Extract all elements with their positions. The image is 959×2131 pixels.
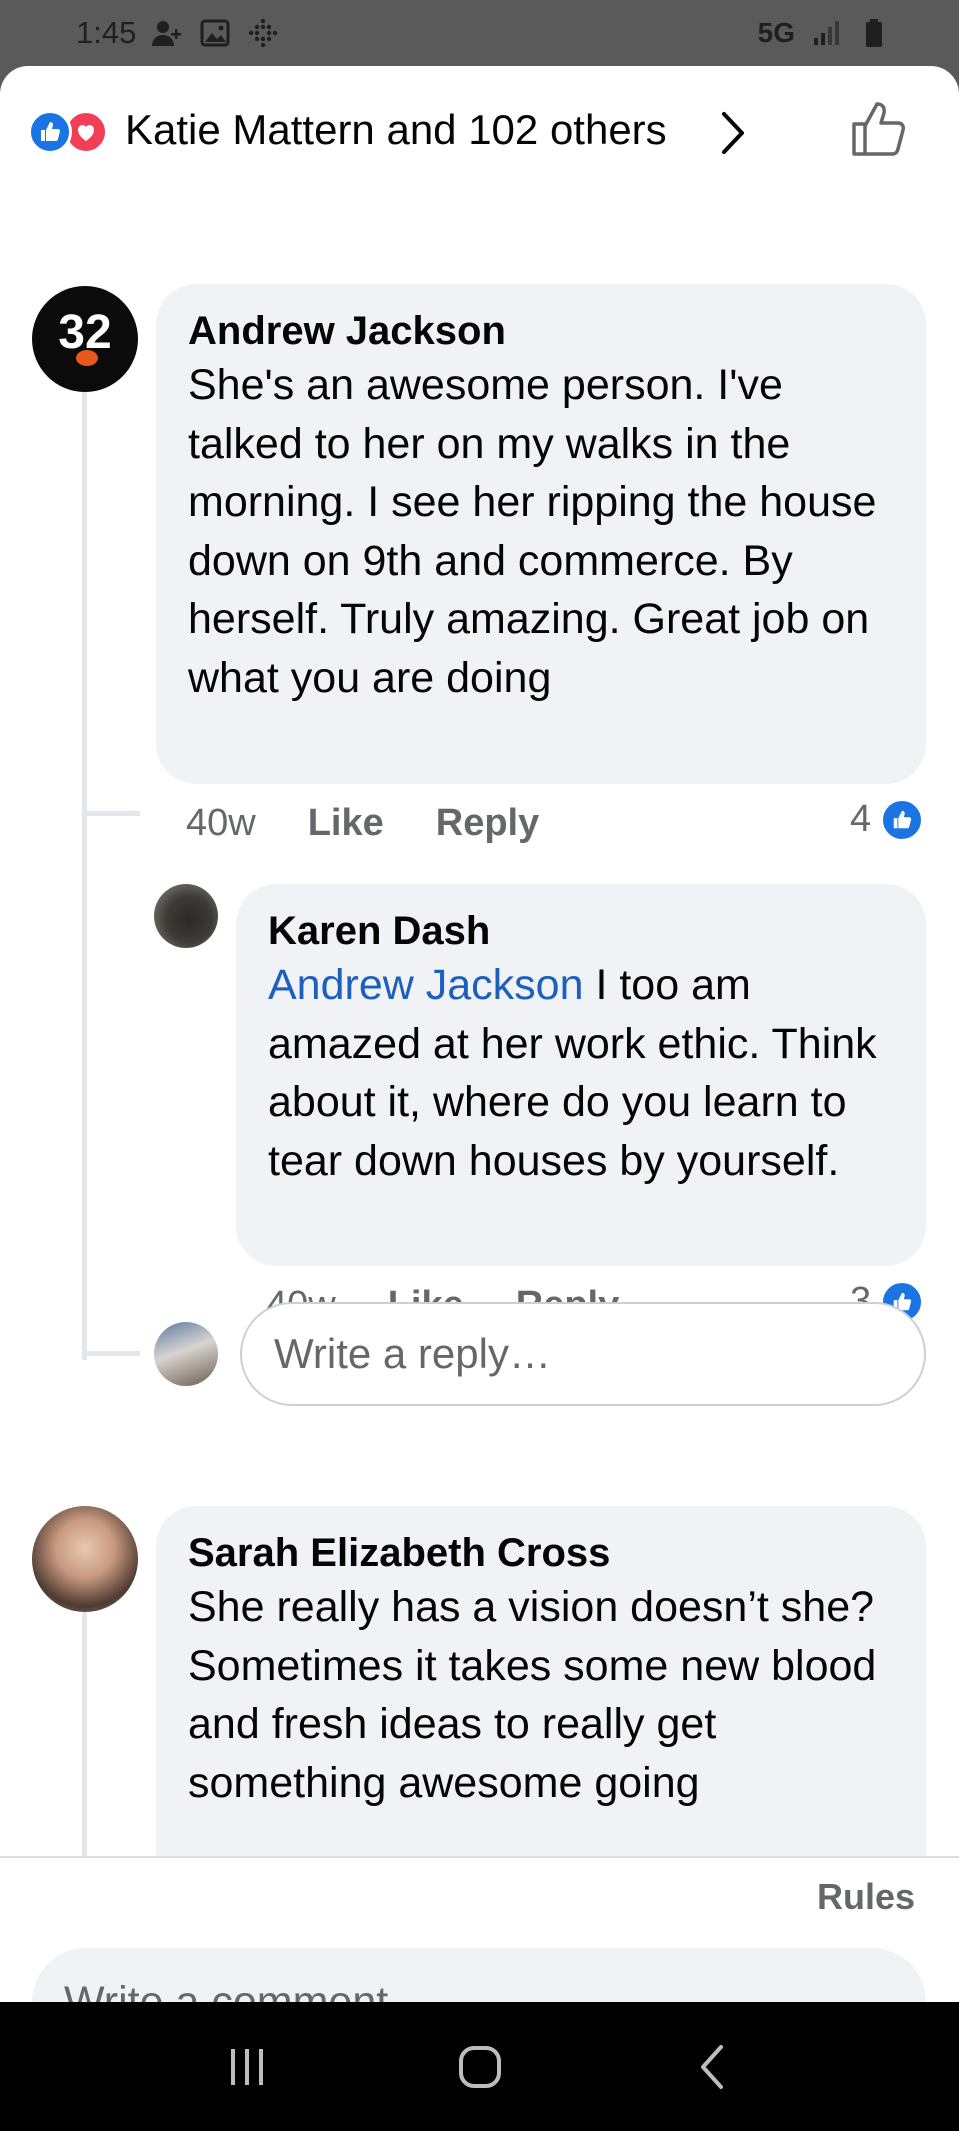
signal-icon <box>809 18 843 48</box>
back-icon[interactable] <box>678 2032 748 2102</box>
status-left: 1:45 <box>76 15 280 51</box>
reaction-count[interactable]: 4 <box>850 798 924 841</box>
mention-link[interactable]: Andrew Jackson <box>268 961 584 1009</box>
thread-line-branch <box>82 1351 140 1356</box>
comment-actions: 40w Like Reply <box>186 802 539 845</box>
network-type: 5G <box>757 17 795 48</box>
rules-link[interactable]: Rules <box>817 1876 915 1918</box>
status-time: 1:45 <box>76 15 137 50</box>
comment-list: 32 Andrew Jackson She's an awesome perso… <box>0 196 959 1856</box>
comments-sheet: Katie Mattern and 102 others 32 Andrew J… <box>0 66 959 2002</box>
user-avatar <box>154 1322 218 1386</box>
reply-bubble: Karen Dash Andrew Jackson I too am amaze… <box>236 884 926 1266</box>
thumbs-up-icon <box>28 110 72 154</box>
dots-grid-icon <box>246 18 280 48</box>
reply-input[interactable]: Write a reply… <box>240 1302 926 1406</box>
home-icon[interactable] <box>445 2032 515 2102</box>
gallery-icon <box>198 18 232 48</box>
comment-composer: Rules Write a comment… <box>0 1856 959 2002</box>
comment-author[interactable]: Sarah Elizabeth Cross <box>188 1528 894 1578</box>
comment-text: She really has a vision doesn’t she? Som… <box>188 1583 877 1807</box>
thumbs-up-outline-icon[interactable] <box>850 100 908 160</box>
reply-button[interactable]: Reply <box>436 802 539 845</box>
battery-icon <box>857 18 891 48</box>
thumbs-up-icon <box>881 798 924 841</box>
like-count-value: 4 <box>850 798 872 840</box>
avatar[interactable]: 32 <box>32 286 138 392</box>
comment-bubble: Andrew Jackson She's an awesome person. … <box>156 284 926 784</box>
comment-time[interactable]: 40w <box>186 802 256 845</box>
like-button[interactable]: Like <box>308 802 384 845</box>
thread-line-branch <box>82 811 140 816</box>
recents-icon[interactable] <box>212 2032 282 2102</box>
thread-line <box>82 306 87 1360</box>
status-right: 5G <box>758 17 891 49</box>
status-bar: 1:45 5G <box>0 0 959 66</box>
avatar[interactable] <box>32 1506 138 1612</box>
system-nav-bar <box>0 2002 959 2131</box>
comment-author[interactable]: Andrew Jackson <box>188 306 894 356</box>
reply-author[interactable]: Karen Dash <box>268 906 894 956</box>
reply-text: Andrew Jackson I too am amazed at her wo… <box>268 956 894 1190</box>
reaction-icons <box>28 110 108 154</box>
chevron-right-icon[interactable] <box>718 110 748 161</box>
reactions-header[interactable]: Katie Mattern and 102 others <box>0 66 959 196</box>
comment-input[interactable]: Write a comment… <box>32 1948 926 2002</box>
comment-bubble: Sarah Elizabeth Cross She really has a v… <box>156 1506 926 1856</box>
comment-text: She's an awesome person. I've talked to … <box>188 361 877 702</box>
avatar[interactable] <box>154 884 218 948</box>
person-add-icon <box>150 18 184 48</box>
reactor-summary[interactable]: Katie Mattern and 102 others <box>125 106 667 154</box>
